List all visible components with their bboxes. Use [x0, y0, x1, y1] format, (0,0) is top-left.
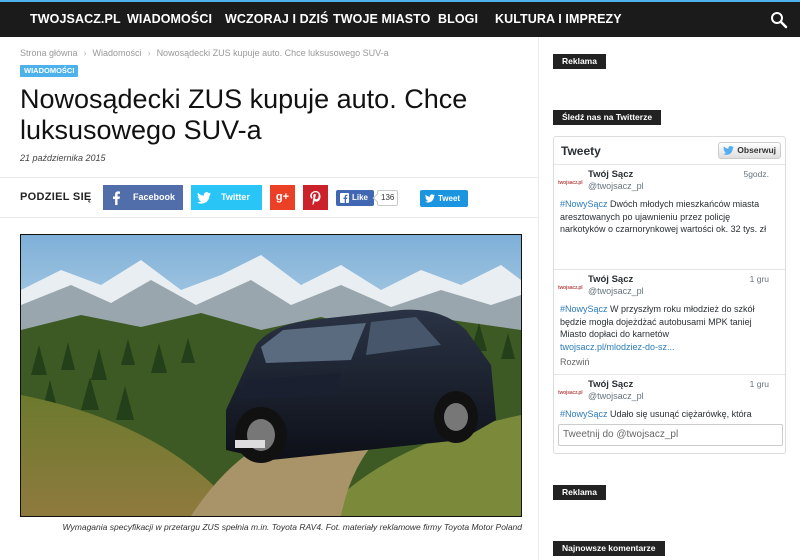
breadcrumb-current[interactable]: Nowosądecki ZUS kupuje auto. Chce luksus… [157, 48, 389, 58]
twitter-bird-icon [191, 185, 216, 210]
avatar[interactable]: twojsacz.pl [558, 390, 583, 396]
tweet-expand-link[interactable]: Rozwiń [560, 357, 590, 367]
twitter-bird-icon [723, 146, 735, 155]
tweet-link[interactable]: twojsacz.pl/mlodziez-do-sz... [560, 341, 775, 354]
twitter-widget-header: Tweety Obserwuj [554, 137, 785, 165]
pinterest-share-button[interactable] [303, 185, 328, 210]
tweet-button[interactable]: Tweet [420, 190, 468, 207]
tweet-timestamp[interactable]: 5godz. [743, 169, 769, 179]
latest-comments-title: Najnowsze komentarze [553, 541, 665, 556]
tweet-item[interactable]: twojsacz.pl Twój Sącz @twojsacz_pl 5godz… [554, 166, 785, 270]
tweet-author-name[interactable]: Twój Sącz [588, 169, 633, 180]
article-date: 21 października 2015 [20, 153, 106, 163]
twitter-timeline-widget[interactable]: Tweety Obserwuj twojsacz.pl Twój Sącz @t… [553, 136, 786, 454]
tweet-hashtag[interactable]: #NowySącz [560, 409, 608, 419]
facebook-like-count: 136 [377, 190, 399, 206]
photo-caption: Wymagania specyfikacji w przetargu ZUS s… [62, 522, 523, 532]
twitter-follow-button[interactable]: Obserwuj [718, 142, 781, 159]
tweet-text: #NowySącz Dwóch młodych mieszkańców mias… [560, 198, 775, 236]
facebook-share-button[interactable]: Facebook [103, 185, 183, 210]
facebook-icon [103, 185, 128, 210]
sidebar-ad-title-2: Reklama [553, 485, 606, 500]
sidebar-ad-title-1: Reklama [553, 54, 606, 69]
tweet-text: #NowySącz W przyszłym roku młodzież do s… [560, 303, 775, 353]
breadcrumb: Strona główna › Wiadomości › Nowosądecki ZUS… [20, 48, 389, 58]
twitter-bird-icon [425, 194, 435, 203]
tweet-author-name[interactable]: Twój Sącz [588, 274, 633, 285]
tweet-author-handle[interactable]: @twojsacz_pl [588, 391, 644, 401]
nav-logo-link[interactable]: TWOJSACZ.PL [30, 2, 121, 37]
breadcrumb-section[interactable]: Wiadomości [93, 48, 142, 58]
tweet-button-label: Tweet [438, 194, 461, 203]
nav-item-wiadomosci[interactable]: WIADOMOŚCI [127, 2, 212, 37]
breadcrumb-separator: › [83, 48, 87, 58]
breadcrumb-home[interactable]: Strona główna [20, 48, 78, 58]
google-plus-icon: g+ [275, 191, 290, 203]
search-icon[interactable] [770, 11, 788, 29]
nav-item-blogi[interactable]: BLOGI [438, 2, 478, 37]
facebook-like-label: Like [352, 193, 369, 202]
facebook-share-label: Facebook [133, 192, 176, 202]
twitter-block-title: Śledź nas na Twitterze [553, 110, 662, 125]
breadcrumb-separator: › [147, 48, 151, 58]
tweet-hashtag[interactable]: #NowySącz [560, 304, 608, 314]
tweet-author-handle[interactable]: @twojsacz_pl [588, 181, 644, 191]
avatar[interactable]: twojsacz.pl [558, 285, 583, 291]
column-divider [538, 37, 539, 560]
twitter-widget-title: Tweety [561, 144, 601, 158]
twitter-follow-label: Obserwuj [737, 145, 776, 155]
facebook-f-icon [340, 193, 349, 203]
avatar[interactable]: twojsacz.pl [558, 180, 583, 186]
tweet-compose-input[interactable]: Tweetnij do @twojsacz_pl [558, 424, 783, 446]
tweet-item[interactable]: twojsacz.pl Twój Sącz @twojsacz_pl 1 gru… [554, 271, 785, 375]
tweet-timestamp[interactable]: 1 gru [750, 379, 769, 389]
tweet-body: Udało się usunąć ciężarówkę, która [607, 409, 752, 419]
nav-item-twoje-miasto[interactable]: TWOJE MIASTO [333, 2, 431, 37]
main-navigation: TWOJSACZ.PL WIADOMOŚCI WCZORAJ I DZIŚ TW… [0, 2, 800, 37]
facebook-like-button[interactable]: Like [336, 190, 374, 206]
pinterest-icon [303, 185, 328, 210]
google-plus-share-button[interactable]: g+ [270, 185, 295, 210]
tweet-hashtag[interactable]: #NowySącz [560, 199, 608, 209]
category-badge[interactable]: WIADOMOŚCI [20, 65, 79, 77]
tweet-author-handle[interactable]: @twojsacz_pl [588, 286, 644, 296]
twitter-share-button[interactable]: Twitter [191, 185, 262, 210]
twitter-share-label: Twitter [221, 192, 250, 202]
tweet-author-name[interactable]: Twój Sącz [588, 379, 633, 390]
nav-item-wczoraj-i-dzis[interactable]: WCZORAJ I DZIŚ [225, 2, 328, 37]
article-photo [20, 234, 522, 517]
share-label: PODZIEL SIĘ [20, 191, 92, 203]
share-bar: PODZIEL SIĘ Facebook Twitter g+ Like 136… [0, 177, 538, 218]
article-title: Nowosądecki ZUS kupuje auto. Chce luksus… [20, 84, 468, 145]
tweet-text: #NowySącz Udało się usunąć ciężarówkę, k… [560, 408, 775, 421]
tweet-timestamp[interactable]: 1 gru [750, 274, 769, 284]
nav-item-kultura-i-imprezy[interactable]: KULTURA I IMPREZY [495, 2, 622, 37]
